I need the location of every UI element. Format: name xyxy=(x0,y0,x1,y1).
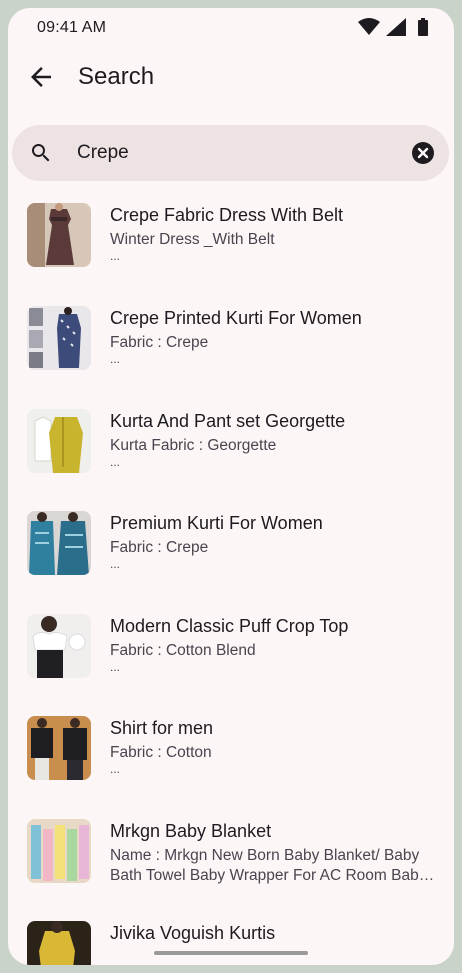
result-title: Crepe Fabric Dress With Belt xyxy=(110,205,344,225)
result-subtitle: Kurta Fabric : Georgette xyxy=(110,437,277,454)
arrow-back-icon xyxy=(31,67,51,87)
result-item[interactable]: Modern Classic Puff Crop Top Fabric : Co… xyxy=(8,604,454,700)
result-title: Mrkgn Baby Blanket xyxy=(110,821,272,841)
product-thumbnail xyxy=(27,203,91,267)
result-title: Kurta And Pant set Georgette xyxy=(110,411,346,431)
result-item[interactable]: Kurta And Pant set Georgette Kurta Fabri… xyxy=(8,399,454,495)
result-subtitle: Name : Mrkgn New Born Baby Blanket/ Baby… xyxy=(110,847,435,884)
result-title: Jivika Voguish Kurtis xyxy=(110,923,276,943)
top-app-bar: Search xyxy=(8,48,454,108)
wifi-icon xyxy=(358,18,380,41)
product-thumbnail xyxy=(27,614,91,678)
product-thumbnail xyxy=(27,716,91,780)
result-subtitle: Fabric : Cotton Blend xyxy=(110,642,256,659)
result-item[interactable]: Jivika Voguish Kurtis xyxy=(8,911,454,965)
product-thumbnail xyxy=(27,819,91,883)
clear-search-button[interactable] xyxy=(411,141,435,165)
search-icon xyxy=(29,141,53,165)
result-subtitle: Fabric : Crepe xyxy=(110,539,209,556)
back-button[interactable] xyxy=(26,62,56,92)
result-title: Premium Kurti For Women xyxy=(110,513,323,533)
product-thumbnail xyxy=(27,921,91,965)
device-frame: 09:41 AM Search Crepe Crepe Fabric Dress… xyxy=(0,0,462,973)
battery-icon xyxy=(418,18,428,41)
result-ellipsis: ... xyxy=(110,660,121,674)
product-thumbnail xyxy=(27,511,91,575)
product-thumbnail xyxy=(27,409,91,473)
result-item[interactable]: Shirt for men Fabric : Cotton ... xyxy=(8,706,454,802)
result-item[interactable]: Crepe Fabric Dress With Belt Winter Dres… xyxy=(8,193,454,289)
result-item[interactable]: Mrkgn Baby Blanket Name : Mrkgn New Born… xyxy=(8,809,454,905)
result-subtitle: Fabric : Crepe xyxy=(110,334,209,351)
result-title: Shirt for men xyxy=(110,718,214,738)
home-indicator xyxy=(154,951,308,955)
page-title: Search xyxy=(78,63,155,90)
result-title: Modern Classic Puff Crop Top xyxy=(110,616,349,636)
result-item[interactable]: Premium Kurti For Women Fabric : Crepe .… xyxy=(8,501,454,597)
screen: 09:41 AM Search Crepe Crepe Fabric Dress… xyxy=(8,8,454,965)
result-subtitle: Fabric : Cotton xyxy=(110,744,212,761)
search-input[interactable]: Crepe xyxy=(77,142,129,164)
status-bar: 09:41 AM xyxy=(8,8,454,48)
signal-icon xyxy=(386,18,406,41)
result-ellipsis: ... xyxy=(110,455,121,469)
result-title: Crepe Printed Kurti For Women xyxy=(110,308,362,328)
result-ellipsis: ... xyxy=(110,352,121,366)
status-time: 09:41 AM xyxy=(37,19,107,36)
result-ellipsis: ... xyxy=(110,557,121,571)
result-ellipsis: ... xyxy=(110,762,121,776)
result-item[interactable]: Crepe Printed Kurti For Women Fabric : C… xyxy=(8,296,454,392)
product-thumbnail xyxy=(27,306,91,370)
result-ellipsis: ... xyxy=(110,249,121,263)
clear-icon xyxy=(412,142,434,164)
search-bar[interactable]: Crepe xyxy=(12,125,449,181)
result-subtitle: Winter Dress _With Belt xyxy=(110,231,275,248)
